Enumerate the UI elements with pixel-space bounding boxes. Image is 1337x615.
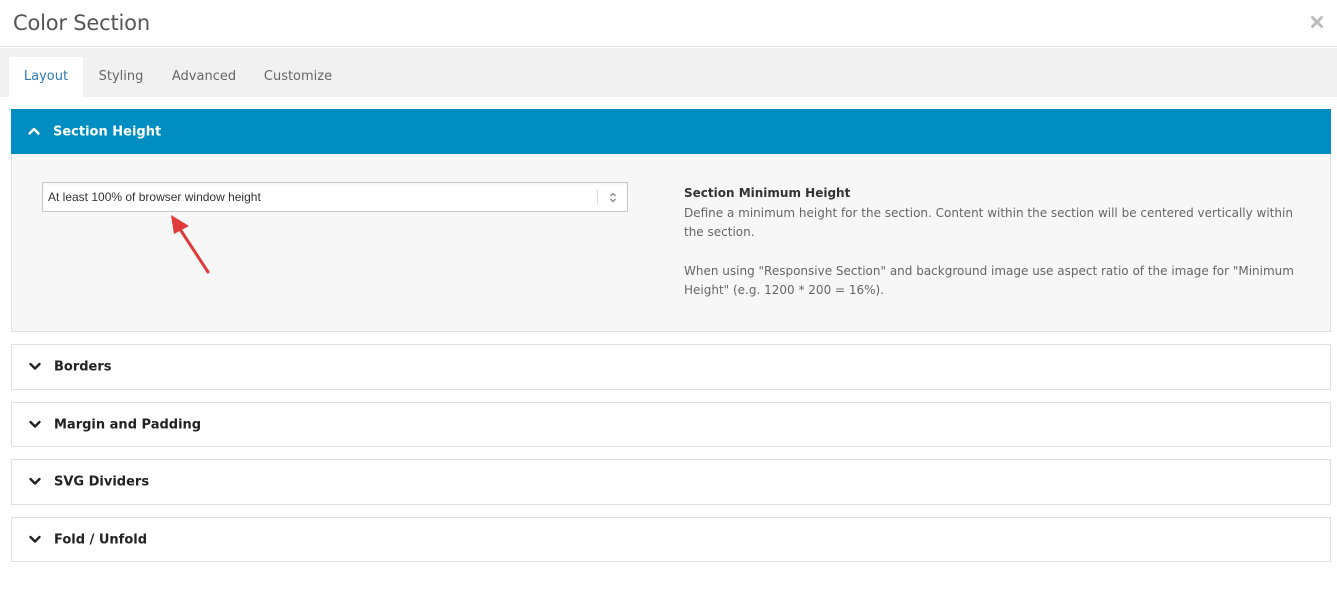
close-button[interactable] [1309, 14, 1325, 30]
borders-panel: Borders [11, 344, 1331, 390]
select-divider [597, 190, 598, 205]
tab-styling[interactable]: Styling [89, 57, 153, 97]
tab-advanced[interactable]: Advanced [164, 57, 244, 97]
chevron-down-icon [29, 420, 41, 428]
select-arrows-icon [610, 192, 616, 203]
svg-dividers-title: SVG Dividers [54, 474, 150, 490]
tab-customize[interactable]: Customize [256, 57, 340, 97]
section-height-select[interactable]: At least 100% of browser window height [42, 182, 628, 212]
chevron-down-icon [29, 362, 41, 370]
section-height-panel: Section Height At least 100% of browser … [11, 109, 1331, 332]
dialog-header: Color Section [0, 0, 1337, 47]
section-height-help: Section Minimum Height Define a minimum … [684, 184, 1294, 301]
fold-unfold-panel: Fold / Unfold [11, 517, 1331, 562]
borders-title: Borders [54, 359, 112, 375]
dialog-title: Color Section [13, 11, 150, 35]
red-arrow-annotation [171, 215, 210, 274]
tab-layout[interactable]: Layout [9, 57, 83, 97]
help-title: Section Minimum Height [684, 186, 851, 200]
fold-unfold-title: Fold / Unfold [54, 532, 148, 547]
margin-padding-header[interactable]: Margin and Padding [12, 403, 1330, 446]
borders-header[interactable]: Borders [12, 345, 1330, 389]
help-text-2: When using "Responsive Section" and back… [684, 263, 1294, 298]
margin-padding-panel: Margin and Padding [11, 402, 1331, 447]
help-text-1: Define a minimum height for the section.… [684, 205, 1293, 240]
fold-unfold-header[interactable]: Fold / Unfold [12, 518, 1330, 561]
svg-dividers-header[interactable]: SVG Dividers [12, 460, 1330, 504]
select-value: At least 100% of browser window height [48, 190, 261, 204]
chevron-down-icon [29, 535, 41, 543]
chevron-down-icon [29, 477, 41, 485]
section-height-title: Section Height [53, 124, 162, 139]
svg-dividers-panel: SVG Dividers [11, 459, 1331, 505]
tab-bar: Layout Styling Advanced Customize [0, 48, 1337, 97]
section-height-header[interactable]: Section Height [11, 109, 1331, 154]
margin-padding-title: Margin and Padding [54, 417, 202, 432]
chevron-up-icon [28, 127, 40, 135]
close-icon [1311, 16, 1323, 28]
